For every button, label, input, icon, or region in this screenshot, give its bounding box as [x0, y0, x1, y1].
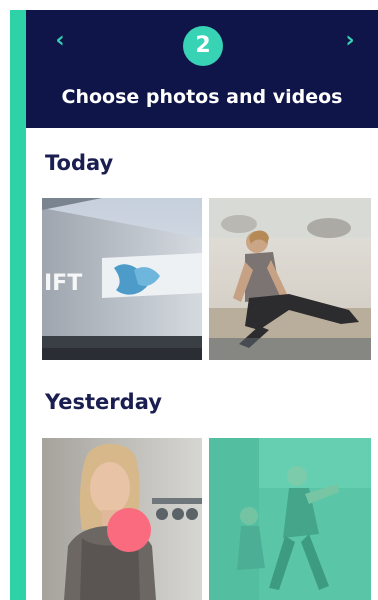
- chevron-right-icon[interactable]: ›: [340, 30, 360, 52]
- side-accent-bar: [10, 10, 26, 600]
- selection-indicator: [107, 508, 151, 552]
- media-thumbnail[interactable]: [42, 438, 202, 600]
- step-header: ‹ 2 › Choose photos and videos: [26, 10, 378, 128]
- media-thumbnail[interactable]: IFT: [42, 198, 202, 360]
- svg-text:IFT: IFT: [44, 271, 82, 296]
- yoga-photo: [209, 198, 371, 360]
- section-title-yesterday: Yesterday: [45, 390, 162, 414]
- page-title: Choose photos and videos: [61, 86, 343, 108]
- section-title-today: Today: [45, 151, 114, 175]
- media-thumbnail[interactable]: [209, 198, 371, 360]
- chevron-left-icon[interactable]: ‹: [50, 30, 70, 52]
- dance-photo: [209, 438, 371, 600]
- step-number-badge: 2: [183, 26, 223, 66]
- media-thumbnail[interactable]: [209, 438, 371, 600]
- building-photo: IFT: [42, 198, 202, 360]
- app-screen: ‹ 2 › Choose photos and videos Today IFT: [0, 0, 378, 600]
